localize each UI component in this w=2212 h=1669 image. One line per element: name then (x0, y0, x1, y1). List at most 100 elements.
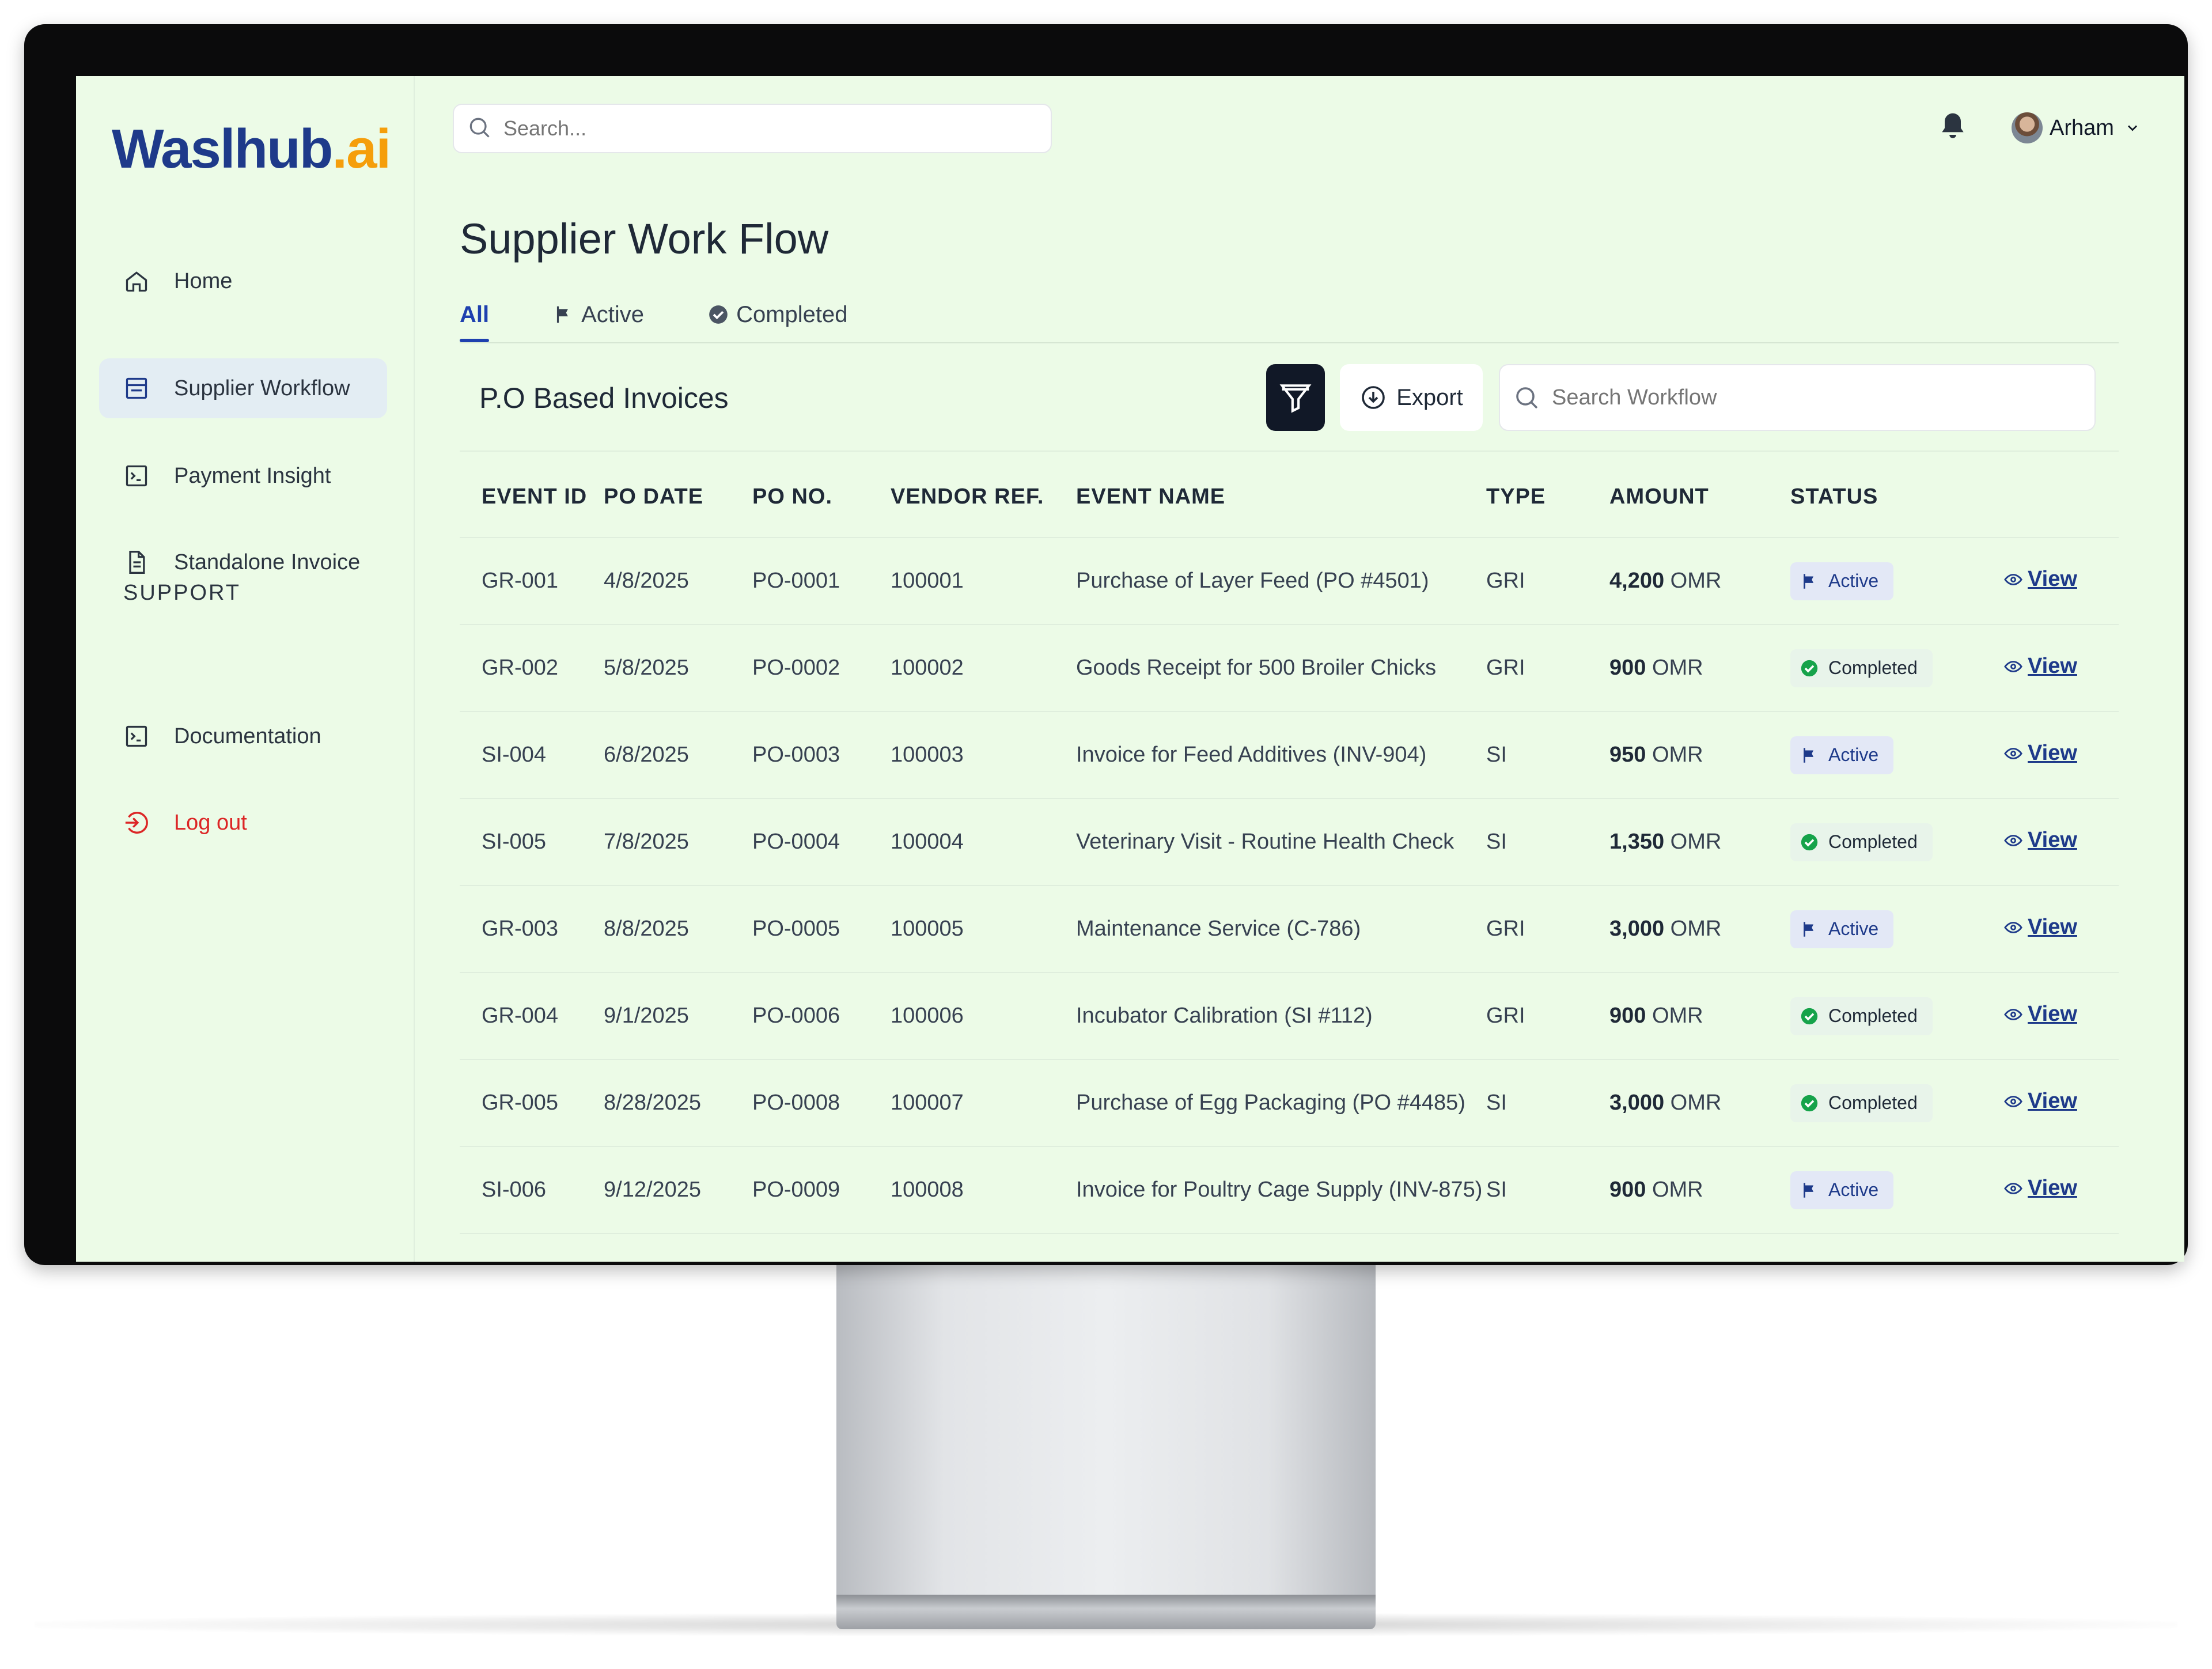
cell-vendor-ref: 100001 (891, 569, 964, 593)
cell-status: Completed (1790, 649, 1991, 687)
table-row[interactable]: GR-001 4/8/2025 PO-0001 100001 Purchase of L… (460, 538, 2119, 625)
table-row[interactable]: SI-005 7/8/2025 PO-0004 100004 Veterinary Vi… (460, 799, 2119, 886)
view-link[interactable]: View (2003, 1089, 2077, 1114)
view-link[interactable]: View (2003, 567, 2077, 592)
flag-icon (1800, 572, 1819, 591)
cell-actions: View (1991, 1176, 2118, 1204)
column-header-po-no[interactable]: PO NO. (752, 485, 891, 509)
section-title: P.O Based Invoices (479, 382, 729, 414)
amount-value: 3,000 (1609, 917, 1665, 941)
cell-event-id: GR-001 (482, 569, 559, 593)
logo-suffix: .ai (332, 118, 391, 180)
tab-all[interactable]: All (460, 292, 490, 342)
status-label: Active (1828, 1179, 1879, 1200)
column-header-vendor-ref[interactable]: VENDOR REF. (891, 485, 1076, 509)
global-search[interactable] (453, 104, 1052, 153)
cell-status: Active (1790, 562, 1991, 600)
export-label: Export (1396, 384, 1463, 410)
status-label: Active (1828, 744, 1879, 765)
table-row[interactable]: GR-004 9/1/2025 PO-0006 100006 Incubator Cal… (460, 973, 2119, 1060)
view-link[interactable]: View (2003, 828, 2077, 853)
sidebar-item-payment-insight[interactable]: Payment Insight (99, 446, 387, 506)
export-button[interactable]: Export (1340, 364, 1483, 431)
column-header-event-id[interactable]: EVENT ID (460, 485, 604, 509)
amount-value: 900 (1609, 1178, 1646, 1202)
search-icon (1513, 384, 1540, 411)
cell-event-name: Purchase of Egg Packaging (PO #4485) (1076, 1091, 1465, 1115)
filter-button[interactable] (1266, 364, 1325, 431)
cell-event-name: Invoice for Poultry Cage Supply (INV-875… (1076, 1178, 1483, 1202)
cell-vendor-ref: 100002 (891, 656, 964, 680)
cell-status: Completed (1790, 997, 1991, 1035)
cell-status: Completed (1790, 1084, 1991, 1122)
cell-amount: 3,000 OMR (1609, 917, 1790, 941)
bell-icon[interactable] (1937, 111, 1971, 145)
view-link[interactable]: View (2003, 915, 2077, 940)
invoices-table: EVENT ID PO DATE PO NO. VENDOR REF. EVEN… (460, 456, 2119, 1234)
cell-po-date: 8/28/2025 (604, 1091, 702, 1115)
check-circle-icon (1800, 1006, 1819, 1026)
cell-event-id: GR-004 (482, 1004, 559, 1028)
cell-event-id: SI-005 (482, 830, 546, 854)
amount-currency: OMR (1652, 743, 1703, 767)
workflow-search[interactable] (1499, 364, 2096, 431)
column-header-po-date[interactable]: PO DATE (604, 485, 752, 509)
cell-amount: 900 OMR (1609, 1004, 1790, 1028)
view-link[interactable]: View (2003, 654, 2077, 679)
cell-actions: View (1991, 915, 2118, 943)
view-label: View (2028, 1176, 2077, 1201)
status-label: Completed (1828, 831, 1918, 852)
table-row[interactable]: SI-004 6/8/2025 PO-0003 100003 Invoice for F… (460, 712, 2119, 799)
sidebar-item-logout[interactable]: Log out (99, 793, 387, 853)
view-link[interactable]: View (2003, 1002, 2077, 1027)
cell-po-date: 7/8/2025 (604, 830, 689, 854)
cell-type: GRI (1486, 656, 1525, 680)
cell-po-date: 6/8/2025 (604, 743, 689, 767)
terminal-icon (122, 722, 151, 751)
tab-completed[interactable]: Completed (707, 292, 848, 338)
view-label: View (2028, 1002, 2077, 1027)
eye-icon (2003, 570, 2023, 589)
cell-po-no: PO-0008 (752, 1091, 840, 1115)
cell-amount: 900 OMR (1609, 1178, 1790, 1202)
cell-amount: 1,350 OMR (1609, 830, 1790, 854)
column-header-type[interactable]: TYPE (1486, 485, 1609, 509)
cell-po-no: PO-0003 (752, 743, 840, 767)
table-row[interactable]: GR-002 5/8/2025 PO-0002 100002 Goods Receipt… (460, 625, 2119, 712)
sidebar-item-home[interactable]: Home (99, 251, 387, 311)
toolbar-divider (460, 451, 2119, 452)
cell-amount: 950 OMR (1609, 743, 1790, 767)
status-badge: Active (1790, 910, 1894, 948)
view-link[interactable]: View (2003, 1176, 2077, 1201)
monitor-frame: Waslhub.ai Home Supplier Workflow Paymen… (24, 24, 2188, 1265)
tab-active[interactable]: Active (552, 292, 644, 338)
tab-label: Completed (736, 301, 848, 327)
sidebar-item-label: Log out (174, 810, 247, 835)
view-link[interactable]: View (2003, 741, 2077, 766)
brand-logo[interactable]: Waslhub.ai (112, 118, 391, 181)
cell-type: SI (1486, 1178, 1507, 1202)
cell-status: Active (1790, 910, 1991, 948)
sidebar-item-documentation[interactable]: Documentation (99, 706, 387, 766)
column-header-amount[interactable]: AMOUNT (1609, 485, 1790, 509)
status-label: Active (1828, 570, 1879, 591)
amount-currency: OMR (1652, 656, 1703, 680)
eye-icon (2003, 1179, 2023, 1198)
amount-currency: OMR (1652, 1178, 1703, 1202)
column-header-status[interactable]: STATUS (1790, 485, 1991, 509)
cell-type: SI (1486, 743, 1507, 767)
cell-po-no: PO-0009 (752, 1178, 840, 1202)
table-row[interactable]: GR-003 8/8/2025 PO-0005 100005 Maintenance S… (460, 886, 2119, 973)
cell-vendor-ref: 100008 (891, 1178, 964, 1202)
column-header-event-name[interactable]: EVENT NAME (1076, 485, 1486, 509)
table-row[interactable]: GR-005 8/28/2025 PO-0008 100007 Purchase of … (460, 1060, 2119, 1147)
table-row[interactable]: SI-006 9/12/2025 PO-0009 100008 Invoice for … (460, 1147, 2119, 1234)
sidebar-item-supplier-workflow[interactable]: Supplier Workflow (99, 358, 387, 418)
terminal-icon (122, 461, 151, 490)
global-search-input[interactable] (502, 116, 1023, 141)
view-label: View (2028, 654, 2077, 679)
user-menu[interactable]: Arham (2012, 106, 2141, 150)
tab-label: All (460, 301, 490, 327)
workflow-search-input[interactable] (1551, 384, 2071, 411)
sidebar-item-label: Supplier Workflow (174, 376, 350, 400)
